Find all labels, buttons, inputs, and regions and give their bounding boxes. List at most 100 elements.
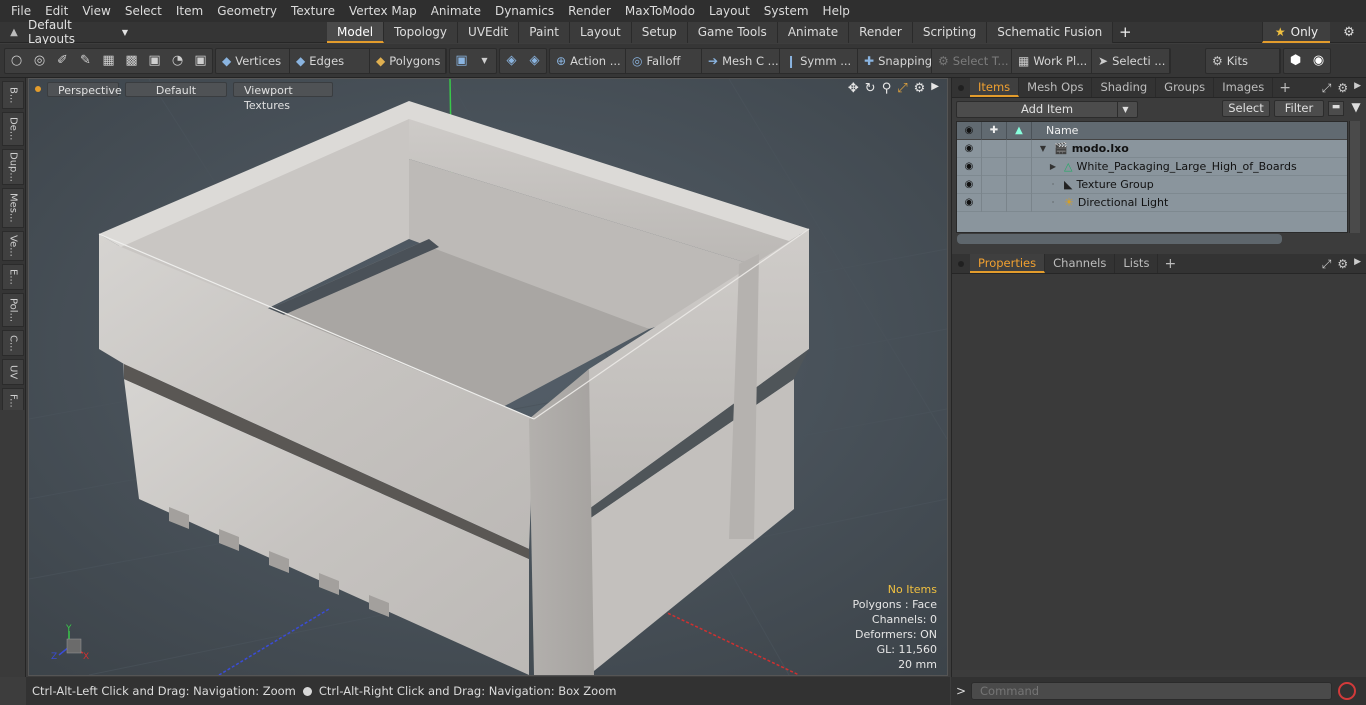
chevron-down-icon[interactable]: ▼: [1117, 101, 1133, 117]
panel-gear-icon[interactable]: ⚙: [1337, 257, 1348, 272]
vertical-scrollbar[interactable]: [1349, 121, 1360, 233]
symmetry-button[interactable]: ❙ Symm ...: [780, 48, 858, 73]
add-panel-tab-icon[interactable]: +: [1273, 80, 1297, 96]
expand-triangle-icon[interactable]: ▶: [1048, 162, 1058, 171]
maximize-icon[interactable]: ⤢: [897, 81, 907, 96]
lock-cell[interactable]: [982, 139, 1007, 158]
panel-menu-dot[interactable]: [958, 260, 964, 267]
name-column-header[interactable]: Name: [1032, 124, 1078, 137]
pen-icon[interactable]: ✐: [51, 49, 74, 73]
unity-icon[interactable]: ⬢: [1284, 49, 1307, 73]
left-tab-duplicate[interactable]: Dup...: [2, 149, 24, 185]
left-tab-basic[interactable]: B...: [2, 81, 24, 109]
tab-scripting[interactable]: Scripting: [912, 22, 988, 43]
lock-cell[interactable]: [982, 175, 1007, 194]
left-tab-edge[interactable]: E...: [2, 264, 24, 290]
tab-render[interactable]: Render: [849, 22, 913, 43]
edges-button[interactable]: ◆ Edges: [290, 48, 370, 73]
tab-channels[interactable]: Channels: [1045, 254, 1116, 273]
globe-icon[interactable]: ◎: [28, 49, 51, 73]
viewport-textures-button[interactable]: Viewport Textures: [233, 81, 333, 112]
panel-gear-icon[interactable]: ⚙: [1337, 81, 1348, 96]
list-item[interactable]: ◉ ▶ △ White_Packaging_Large_High_of_Boar…: [957, 157, 1347, 176]
eye-icon[interactable]: ◉: [957, 157, 982, 176]
funnel-icon[interactable]: ▼: [1348, 100, 1364, 117]
grid-icon[interactable]: ▩: [120, 49, 143, 73]
collapse-icon[interactable]: ▬: [1328, 101, 1344, 116]
select-button[interactable]: Select: [1222, 100, 1270, 117]
kits-button[interactable]: ⚙ Kits: [1206, 48, 1280, 73]
menu-texture[interactable]: Texture: [284, 0, 342, 22]
left-tab-mesh-edit[interactable]: Mes...: [2, 188, 24, 228]
menu-layout[interactable]: Layout: [702, 0, 757, 22]
add-item-button[interactable]: Add Item ▼: [956, 100, 1138, 118]
panel-menu-dot[interactable]: [958, 84, 964, 91]
tab-mesh-ops[interactable]: Mesh Ops: [1019, 78, 1093, 97]
left-tab-uv[interactable]: UV: [2, 359, 24, 385]
unreal-icon[interactable]: ◉: [1307, 49, 1330, 73]
rotate-icon[interactable]: ↻: [865, 81, 876, 96]
tab-setup[interactable]: Setup: [631, 22, 688, 43]
tab-uvedit[interactable]: UVEdit: [458, 22, 520, 43]
action-center-button[interactable]: ⊕ Action ...: [550, 48, 626, 73]
3d-viewport[interactable]: Y X Z Perspective Default Viewport Textu…: [28, 78, 948, 676]
tab-paint[interactable]: Paint: [519, 22, 570, 43]
menu-dynamics[interactable]: Dynamics: [488, 0, 561, 22]
menu-vertex-map[interactable]: Vertex Map: [342, 0, 424, 22]
polygons-button[interactable]: ◆ Polygons: [370, 48, 446, 73]
tab-layout[interactable]: Layout: [569, 22, 632, 43]
loop-icon[interactable]: ▦: [97, 49, 120, 73]
selection-sets-button[interactable]: ➤ Selecti ...: [1092, 48, 1170, 73]
left-tab-curve[interactable]: C...: [2, 330, 24, 356]
pop-out-icon[interactable]: ⤢: [1322, 257, 1332, 272]
shield-alt-icon[interactable]: ◈: [523, 49, 546, 73]
list-item[interactable]: ◉ · ☀ Directional Light: [957, 193, 1347, 212]
stop-icon[interactable]: [1338, 682, 1356, 700]
panel-expand-icon[interactable]: ▶: [1354, 81, 1361, 96]
viewport-expand-icon[interactable]: ▶: [931, 81, 939, 96]
list-item[interactable]: ◉ ▼ 🎬 modo.lxo: [957, 139, 1347, 158]
pan-icon[interactable]: ✥: [848, 81, 859, 96]
gear-icon[interactable]: ⚙: [1337, 22, 1361, 43]
zoom-icon[interactable]: ⚲: [882, 81, 892, 96]
left-tab-deform[interactable]: De...: [2, 112, 24, 146]
brush-icon[interactable]: ✎: [74, 49, 97, 73]
tab-topology[interactable]: Topology: [384, 22, 459, 43]
menu-item[interactable]: Item: [169, 0, 210, 22]
menu-render[interactable]: Render: [561, 0, 618, 22]
menu-geometry[interactable]: Geometry: [210, 0, 284, 22]
cube-icon[interactable]: ▣: [189, 49, 212, 73]
tab-animate[interactable]: Animate: [777, 22, 850, 43]
panel-expand-icon[interactable]: ▶: [1354, 257, 1361, 272]
item-mode-icon[interactable]: ▣: [450, 49, 473, 73]
tab-game-tools[interactable]: Game Tools: [687, 22, 778, 43]
list-item[interactable]: ◉ · ◣ Texture Group: [957, 175, 1347, 194]
view-type-button[interactable]: Perspective: [47, 81, 122, 97]
snapping-button[interactable]: ✚ Snapping: [858, 48, 932, 73]
work-plane-button[interactable]: ▦ Work Pl...: [1012, 48, 1092, 73]
sphere-icon[interactable]: ◔: [166, 49, 189, 73]
only-toggle-button[interactable]: ★ Only: [1262, 22, 1330, 43]
eye-icon[interactable]: ◉: [957, 139, 982, 158]
viewport-scene[interactable]: Y X Z: [29, 79, 947, 675]
circle-select-icon[interactable]: ○: [5, 49, 28, 73]
tab-lists[interactable]: Lists: [1115, 254, 1159, 273]
shield-icon[interactable]: ◈: [500, 49, 523, 73]
menu-animate[interactable]: Animate: [424, 0, 488, 22]
left-tab-vertex[interactable]: Ve...: [2, 231, 24, 261]
type-column-icon[interactable]: ▲: [1007, 121, 1032, 140]
add-panel-tab-icon[interactable]: +: [1158, 256, 1182, 272]
tab-images[interactable]: Images: [1214, 78, 1274, 97]
lock-cell[interactable]: [982, 193, 1007, 212]
command-input[interactable]: [971, 682, 1332, 700]
pop-out-icon[interactable]: ⤢: [1322, 81, 1332, 96]
lock-cell[interactable]: [982, 157, 1007, 176]
expand-triangle-icon[interactable]: ▼: [1038, 144, 1048, 153]
tab-properties[interactable]: Properties: [970, 254, 1046, 273]
tab-items[interactable]: Items: [970, 78, 1020, 97]
left-tab-polygon[interactable]: Pol...: [2, 293, 24, 327]
menu-system[interactable]: System: [757, 0, 816, 22]
select-through-button[interactable]: ⚙ Select T...: [932, 48, 1012, 73]
tab-shading[interactable]: Shading: [1092, 78, 1157, 97]
tab-groups[interactable]: Groups: [1156, 78, 1215, 97]
